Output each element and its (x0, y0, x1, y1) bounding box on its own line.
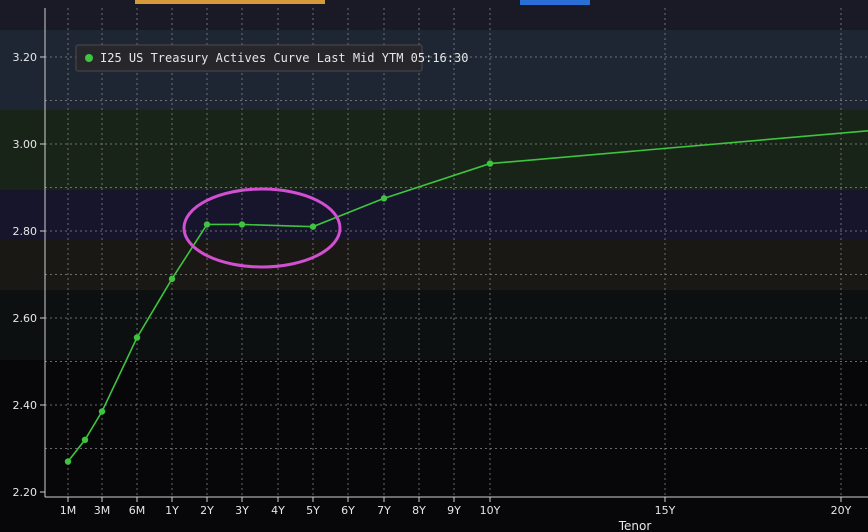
x-tick-label: 6M (129, 504, 146, 517)
data-point (98, 408, 106, 415)
data-point (380, 195, 388, 202)
x-tick-label: 3Y (235, 504, 249, 517)
x-tick-label: 5Y (306, 504, 320, 517)
plot-background (0, 0, 868, 532)
legend-label: I25 US Treasury Actives Curve Last Mid Y… (100, 51, 468, 65)
data-point (486, 160, 494, 167)
x-tick-label: 4Y (271, 504, 285, 517)
data-point (309, 223, 317, 230)
y-tick-label: 2.40 (13, 399, 38, 412)
x-tick-label: 3M (94, 504, 111, 517)
data-point (81, 436, 89, 443)
x-tick-label: 10Y (480, 504, 501, 517)
data-point (203, 221, 211, 228)
legend: I25 US Treasury Actives Curve Last Mid Y… (75, 44, 468, 72)
x-tick-label: 8Y (412, 504, 426, 517)
x-tick-label: 15Y (655, 504, 676, 517)
x-tick-label: 1M (60, 504, 77, 517)
data-point (238, 221, 246, 228)
y-tick-label: 3.20 (13, 51, 38, 64)
x-tick-label: 1Y (165, 504, 179, 517)
data-point (64, 458, 72, 465)
x-tick-label: 20Y (831, 504, 852, 517)
yield-curve-chart: 2.20 2.40 2.60 2.80 3.00 3.20 1M 3M 6M 1Y 2Y 3Y 4Y 5… (0, 0, 868, 532)
data-point (133, 334, 141, 341)
legend-marker (85, 54, 93, 62)
data-point (168, 275, 176, 283)
x-tick-label: 9Y (447, 504, 461, 517)
x-tick-label: 6Y (341, 504, 355, 517)
x-tick-label: 2Y (200, 504, 214, 517)
y-tick-label: 2.20 (13, 486, 38, 499)
y-tick-label: 3.00 (13, 138, 38, 151)
y-tick-label: 2.60 (13, 312, 38, 325)
y-tick-label: 2.80 (13, 225, 38, 238)
x-tick-label: 7Y (377, 504, 391, 517)
x-axis-title: Tenor (618, 519, 652, 532)
